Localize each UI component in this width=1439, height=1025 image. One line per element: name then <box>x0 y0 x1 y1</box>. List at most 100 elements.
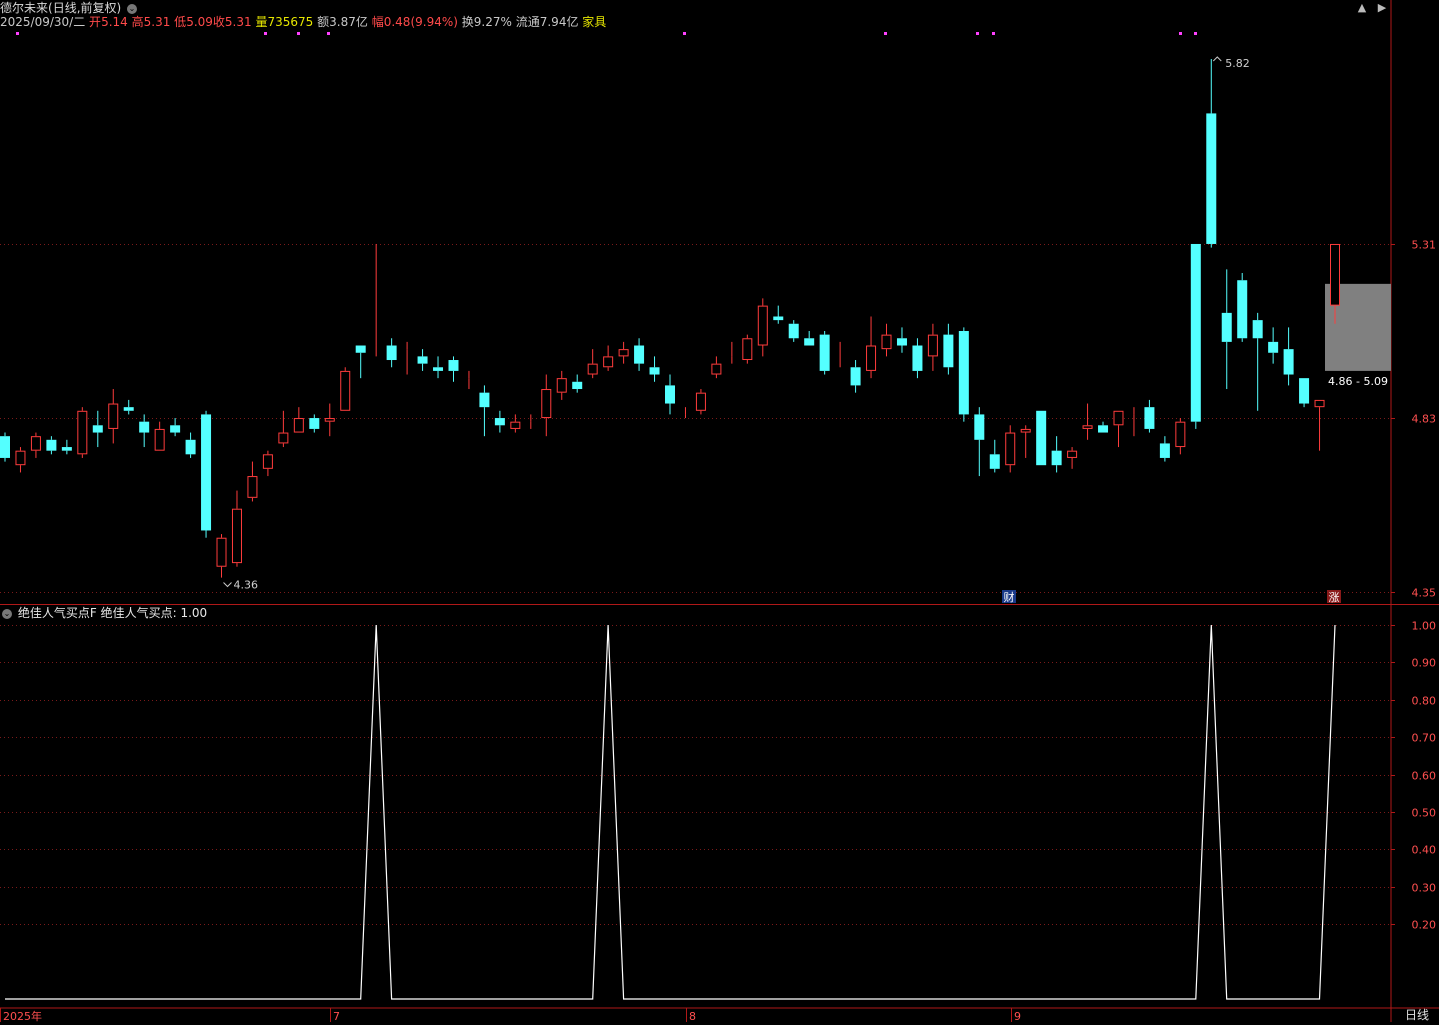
candle-body <box>1237 280 1248 339</box>
candle <box>943 323 954 375</box>
candle <box>587 349 598 379</box>
candle-body <box>1020 428 1031 433</box>
float-label: 流通 <box>515 15 540 29</box>
candle-body <box>355 345 366 353</box>
limit-up-marker-label: 涨 <box>1329 591 1340 604</box>
candle-body <box>850 367 861 386</box>
candle <box>850 360 861 393</box>
candle <box>92 410 103 448</box>
candle <box>231 490 242 567</box>
candle-body <box>92 425 103 433</box>
candle <box>1314 399 1325 451</box>
candle <box>912 338 923 379</box>
indicator-name[interactable]: 绝佳人气买点F <box>18 606 97 620</box>
scroll-right-icon[interactable]: ▶ <box>1376 2 1388 14</box>
candle <box>649 356 660 382</box>
candle <box>139 414 150 448</box>
candle-body <box>108 403 119 429</box>
signal-dot <box>16 32 19 35</box>
candle-body <box>1036 410 1047 466</box>
candle-body <box>1221 312 1232 342</box>
candle <box>77 407 88 458</box>
candle <box>417 349 428 371</box>
candle <box>866 316 877 379</box>
indicator-tick-label: 0.60 <box>1412 770 1437 783</box>
candle <box>819 331 830 375</box>
signal-dot <box>884 32 887 35</box>
candle <box>603 345 614 371</box>
sector-link[interactable]: 家具 <box>582 15 606 29</box>
candle-body <box>185 439 196 455</box>
volume-value: 735675 <box>267 15 314 29</box>
candle-body <box>1252 320 1263 339</box>
indicator-tick-label: 1.00 <box>1412 620 1437 633</box>
chart-canvas[interactable]: 5.31 4.83 4.35 1.00 0.90 0.80 0.70 0.60 0.50 0.40… <box>0 0 1439 1023</box>
chevron-down-icon[interactable]: ⌄ <box>2 608 12 619</box>
candle-body <box>1206 113 1217 244</box>
min-pointer <box>223 582 232 588</box>
candle-body <box>958 331 969 415</box>
candle-body <box>61 447 72 451</box>
indicator-tick-label: 0.40 <box>1412 844 1437 857</box>
candle-body <box>139 421 150 433</box>
candle-body <box>231 508 242 564</box>
candle <box>170 418 181 437</box>
price-tick-label: 5.31 <box>1412 239 1437 252</box>
candle <box>541 374 552 437</box>
indicator-tick-label: 0.90 <box>1412 657 1437 670</box>
candle <box>355 345 366 379</box>
indicator-tick-label: 0.30 <box>1412 882 1437 895</box>
candle <box>494 410 505 433</box>
candle-body <box>773 316 784 321</box>
candle <box>974 407 985 477</box>
candle <box>1268 327 1279 364</box>
quote-bar: 2025/09/30/二 开5.14 高5.31 低5.09收5.31 量735… <box>0 15 606 29</box>
low-label: 低 <box>174 15 187 29</box>
candle <box>216 534 227 578</box>
candle-body <box>1098 425 1109 433</box>
candle <box>742 334 753 364</box>
candle-body <box>46 439 57 451</box>
stock-name[interactable]: 德尔未来 <box>0 1 48 15</box>
candle-body <box>974 414 985 440</box>
candle <box>293 407 304 433</box>
signal-dot <box>297 32 300 35</box>
candle <box>788 320 799 342</box>
time-axis-label: 8 <box>689 1010 696 1022</box>
candle-body <box>1082 425 1093 429</box>
indicator-tick-label: 0.20 <box>1412 919 1437 932</box>
candle <box>1237 272 1248 342</box>
candle <box>123 399 134 415</box>
candle <box>201 410 212 538</box>
candle <box>386 338 397 368</box>
candle <box>1144 399 1155 433</box>
scroll-up-icon[interactable]: ▲ <box>1356 2 1368 14</box>
candle <box>479 385 490 437</box>
candle-body <box>742 338 753 361</box>
candle <box>1067 447 1078 469</box>
high-value: 5.31 <box>143 15 171 29</box>
candle <box>1113 410 1124 448</box>
candle-body <box>912 345 923 371</box>
candle <box>340 367 351 411</box>
candle-body <box>556 378 567 393</box>
candle <box>896 327 907 353</box>
title-bar: 德尔未来(日线,前复权) ⌄ <box>0 1 139 15</box>
candle-body <box>494 418 505 426</box>
period-tab-daily[interactable]: 日线 <box>1395 1008 1439 1022</box>
candle-body <box>896 338 907 346</box>
candle-body <box>819 334 830 371</box>
candle-body <box>572 381 583 390</box>
candle-body <box>788 323 799 339</box>
candle-body <box>634 345 645 364</box>
signal-dot <box>683 32 686 35</box>
low-value: 5.09 <box>186 15 213 29</box>
candle <box>433 356 444 379</box>
candle <box>154 421 165 451</box>
min-price-label: 4.36 <box>234 578 259 591</box>
kline-chart-window[interactable]: 5.31 4.83 4.35 1.00 0.90 0.80 0.70 0.60 0.50 0.40… <box>0 0 1439 1023</box>
signal-dot <box>992 32 995 35</box>
chevron-down-icon[interactable]: ⌄ <box>127 3 138 14</box>
candle-body <box>1159 443 1170 458</box>
candle-body <box>989 454 1000 469</box>
